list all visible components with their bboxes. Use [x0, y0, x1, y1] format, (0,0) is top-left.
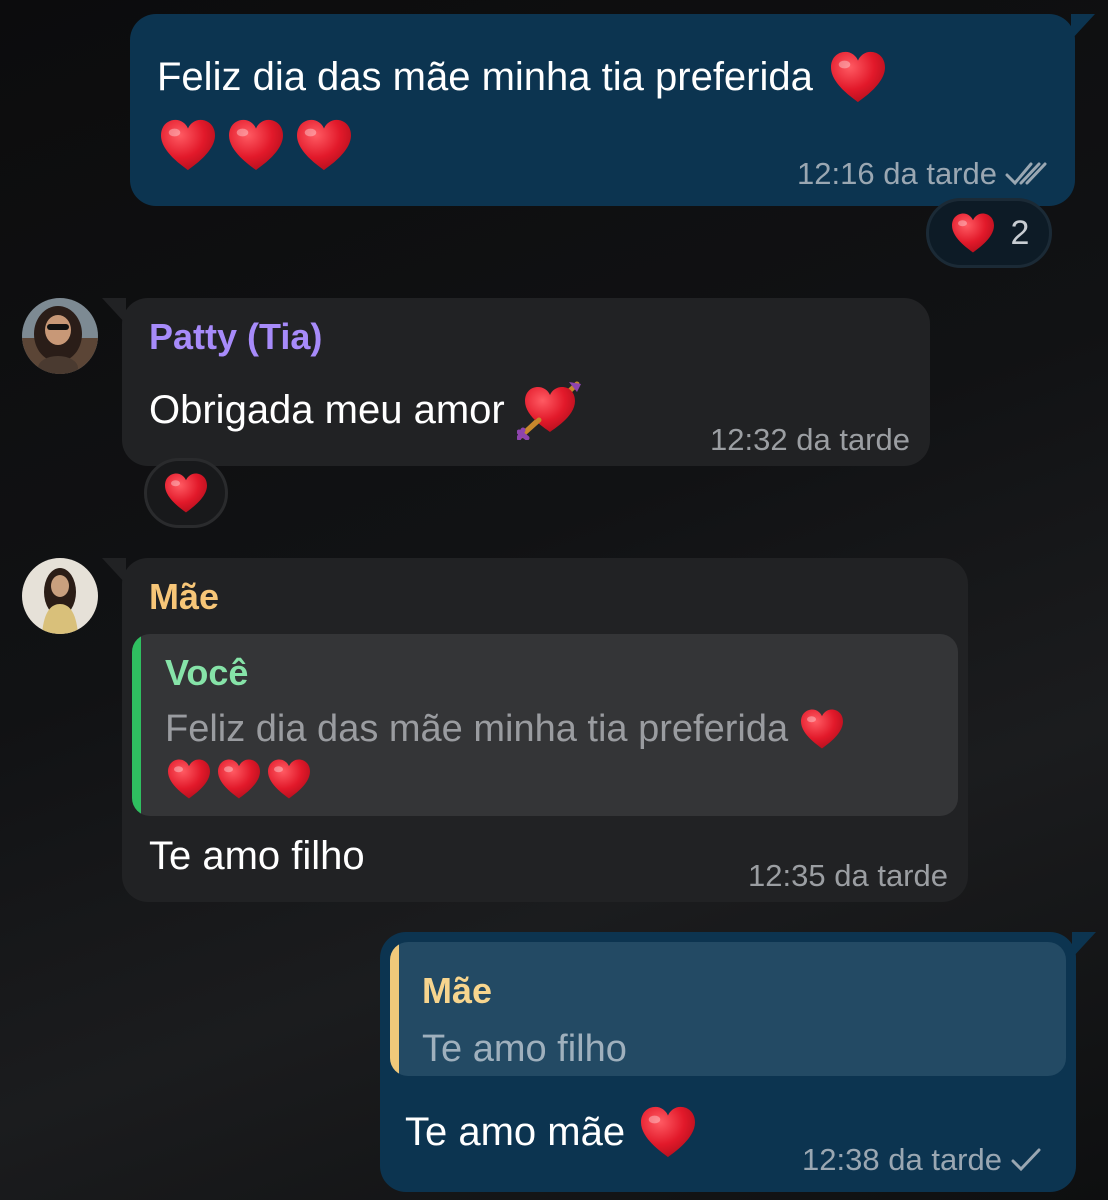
heart-emoji-icon [637, 1105, 699, 1159]
message-timestamp: 12:16 da tarde [797, 156, 1049, 192]
bubble-tail [1071, 14, 1095, 40]
message-timestamp: 12:32 da tarde [710, 422, 910, 457]
avatar[interactable] [22, 558, 98, 634]
heart-emoji-icon [265, 758, 313, 800]
double-check-icon [1005, 162, 1047, 186]
quoted-message[interactable]: Mãe Te amo filho [390, 942, 1066, 1076]
reaction-chip[interactable]: 2 [926, 198, 1052, 268]
chat-thread: Feliz dia das mãe minha tia preferida 12… [0, 0, 1108, 1200]
heart-emoji-icon [293, 118, 355, 172]
incoming-message[interactable]: Patty (Tia) Obrigada meu amor 12:32 da t… [102, 298, 930, 466]
heart-emoji-icon [165, 758, 213, 800]
message-text: Obrigada meu amor [149, 388, 505, 432]
quote-author: Mãe [422, 970, 493, 1011]
single-check-icon [1011, 1148, 1041, 1172]
quote-text: Feliz dia das mãe minha tia preferida [165, 708, 789, 750]
heart-with-arrow-emoji-icon [516, 381, 581, 440]
message-text: Feliz dia das mãe minha tia preferida [157, 55, 813, 99]
message-text: Te amo filho [149, 834, 365, 878]
quote-accent-bar [132, 634, 141, 816]
message-text: Te amo mãe [405, 1110, 626, 1154]
heart-emoji-icon [827, 50, 889, 104]
quote-author: Você [165, 652, 249, 693]
heart-emoji-icon [215, 758, 263, 800]
message-timestamp: 12:38 da tarde [802, 1142, 1042, 1178]
message-timestamp: 12:35 da tarde [748, 858, 948, 893]
bubble-tail [102, 558, 126, 584]
avatar-photo [22, 558, 98, 634]
sender-name: Patty (Tia) [149, 316, 323, 357]
heart-emoji-icon [225, 118, 287, 172]
quote-text: Te amo filho [422, 1028, 627, 1070]
sender-name: Mãe [149, 576, 220, 617]
heart-icon [949, 212, 997, 254]
heart-icon [162, 472, 210, 514]
quoted-message[interactable]: Você Feliz dia das mãe minha tia preferi… [132, 634, 958, 816]
reaction-chip[interactable] [144, 458, 228, 528]
bubble-tail [1072, 932, 1096, 958]
avatar[interactable] [22, 298, 98, 374]
outgoing-message[interactable]: Mãe Te amo filho Te amo mãe 12:38 da tar… [380, 932, 1096, 1192]
outgoing-message[interactable]: Feliz dia das mãe minha tia preferida 12… [130, 14, 1095, 206]
bubble-tail [102, 298, 126, 324]
heart-emoji-icon [798, 708, 846, 750]
reaction-count: 2 [1010, 213, 1030, 252]
heart-emoji-icon [157, 118, 219, 172]
incoming-message[interactable]: Mãe Você Feliz dia das mãe minha tia pre… [102, 558, 968, 902]
avatar-photo [22, 298, 98, 374]
quote-accent-bar [390, 942, 399, 1076]
